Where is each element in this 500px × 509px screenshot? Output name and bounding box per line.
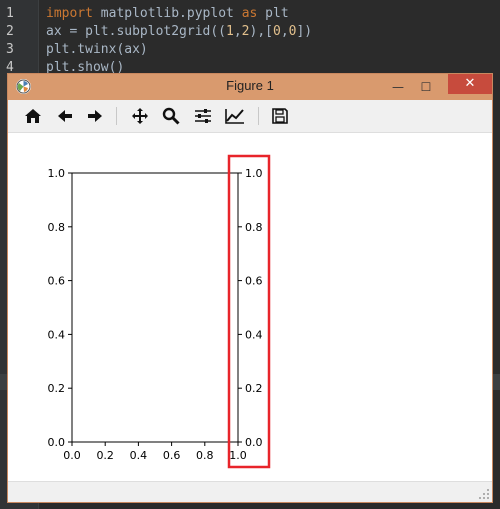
code-token: plt.twinx(ax) [46,42,148,57]
title-bar[interactable]: Figure 1 — ☐ ✕ [8,74,492,100]
x-tick-label: 0.6 [163,449,181,462]
y2-tick-label: 0.8 [245,221,263,234]
highlight-box [227,154,271,469]
save-icon [272,108,288,124]
toolbar-separator [258,107,259,125]
maximize-button[interactable]: ☐ [414,77,438,97]
code-token: 1 [226,24,234,39]
line-number: 3 [6,42,14,57]
x-tick-label: 0.2 [96,449,114,462]
save-button[interactable] [267,104,293,128]
code-text: import matplotlib.pyplot as plt [46,5,289,23]
edit-axis-icon [225,109,244,124]
code-text: plt.twinx(ax) [46,41,148,59]
code-line[interactable]: 1 import matplotlib.pyplot as plt [0,5,500,23]
code-text: ax = plt.subplot2grid((1,2),[0,0]) [46,23,312,41]
home-icon [25,109,41,123]
home-button[interactable] [20,104,46,128]
x-tick-label: 0.8 [196,449,214,462]
code-token: plt [257,6,289,21]
code-token: , [233,24,242,39]
code-token: as [241,6,258,21]
line-number: 1 [6,6,14,21]
toolbar [8,100,492,133]
code-token: , [280,24,289,39]
configure-subplots-button[interactable] [190,104,216,128]
x-tick-label: 0.4 [130,449,148,462]
axes-frame [71,172,239,443]
edit-axis-button[interactable] [222,104,248,128]
y2-tick-label: 0.4 [245,328,263,341]
forward-button[interactable] [82,104,108,128]
code-token: ]) [296,24,313,39]
y2-tick-label: 0.2 [245,382,263,395]
close-icon: ✕ [464,76,476,91]
code-token: ),[ [249,24,273,39]
pan-button[interactable] [127,104,153,128]
status-bar [8,481,492,502]
code-token: 0 [272,24,281,39]
y-tick-label: 0.6 [48,275,66,288]
configure-subplots-icon [195,109,211,123]
minimize-button[interactable]: — [386,77,410,97]
zoom-icon [162,107,180,125]
y-tick-label: 0.8 [48,221,66,234]
forward-arrow-icon [88,110,102,122]
resize-grip-icon[interactable] [478,488,490,500]
y2-tick-label: 0.6 [245,275,263,288]
code-token: matplotlib.pyplot [92,6,242,21]
code-token: import [46,6,93,21]
x-tick-label: 1.0 [229,449,247,462]
code-token: 2 [241,24,250,39]
toolbar-separator [116,107,117,125]
y-tick-label: 0.2 [48,382,66,395]
y-tick-label: 0.4 [48,328,66,341]
y2-tick-label: 0.0 [245,436,263,449]
zoom-button[interactable] [158,104,184,128]
close-button[interactable]: ✕ [448,74,492,94]
figure-canvas[interactable]: 0.0 0.2 0.4 0.6 0.8 1.0 0.0 0.2 0.4 0.6 0.8 1.0 0.0 0… [8,133,492,482]
code-token: ax = plt.subplot2grid(( [46,24,227,39]
y-tick-label: 0.0 [48,436,66,449]
line-number: 2 [6,24,14,39]
back-button[interactable] [52,104,78,128]
y2-tick-label: 1.0 [245,167,263,180]
code-line[interactable]: 3 plt.twinx(ax) [0,41,500,59]
plot-svg: 0.0 0.2 0.4 0.6 0.8 1.00.00.20.40.60.81.00.00… [48,154,271,469]
pan-icon [132,108,148,124]
back-arrow-icon [58,110,72,122]
y-tick-label: 1.0 [48,167,66,180]
figure-window[interactable]: Figure 1 — ☐ ✕ 0.0 0.2 0.4 0.6 0.8 1.0 0… [7,73,493,503]
x-tick-label: 0.0 [63,449,81,462]
code-line[interactable]: 2 ax = plt.subplot2grid((1,2),[0,0]) [0,23,500,41]
